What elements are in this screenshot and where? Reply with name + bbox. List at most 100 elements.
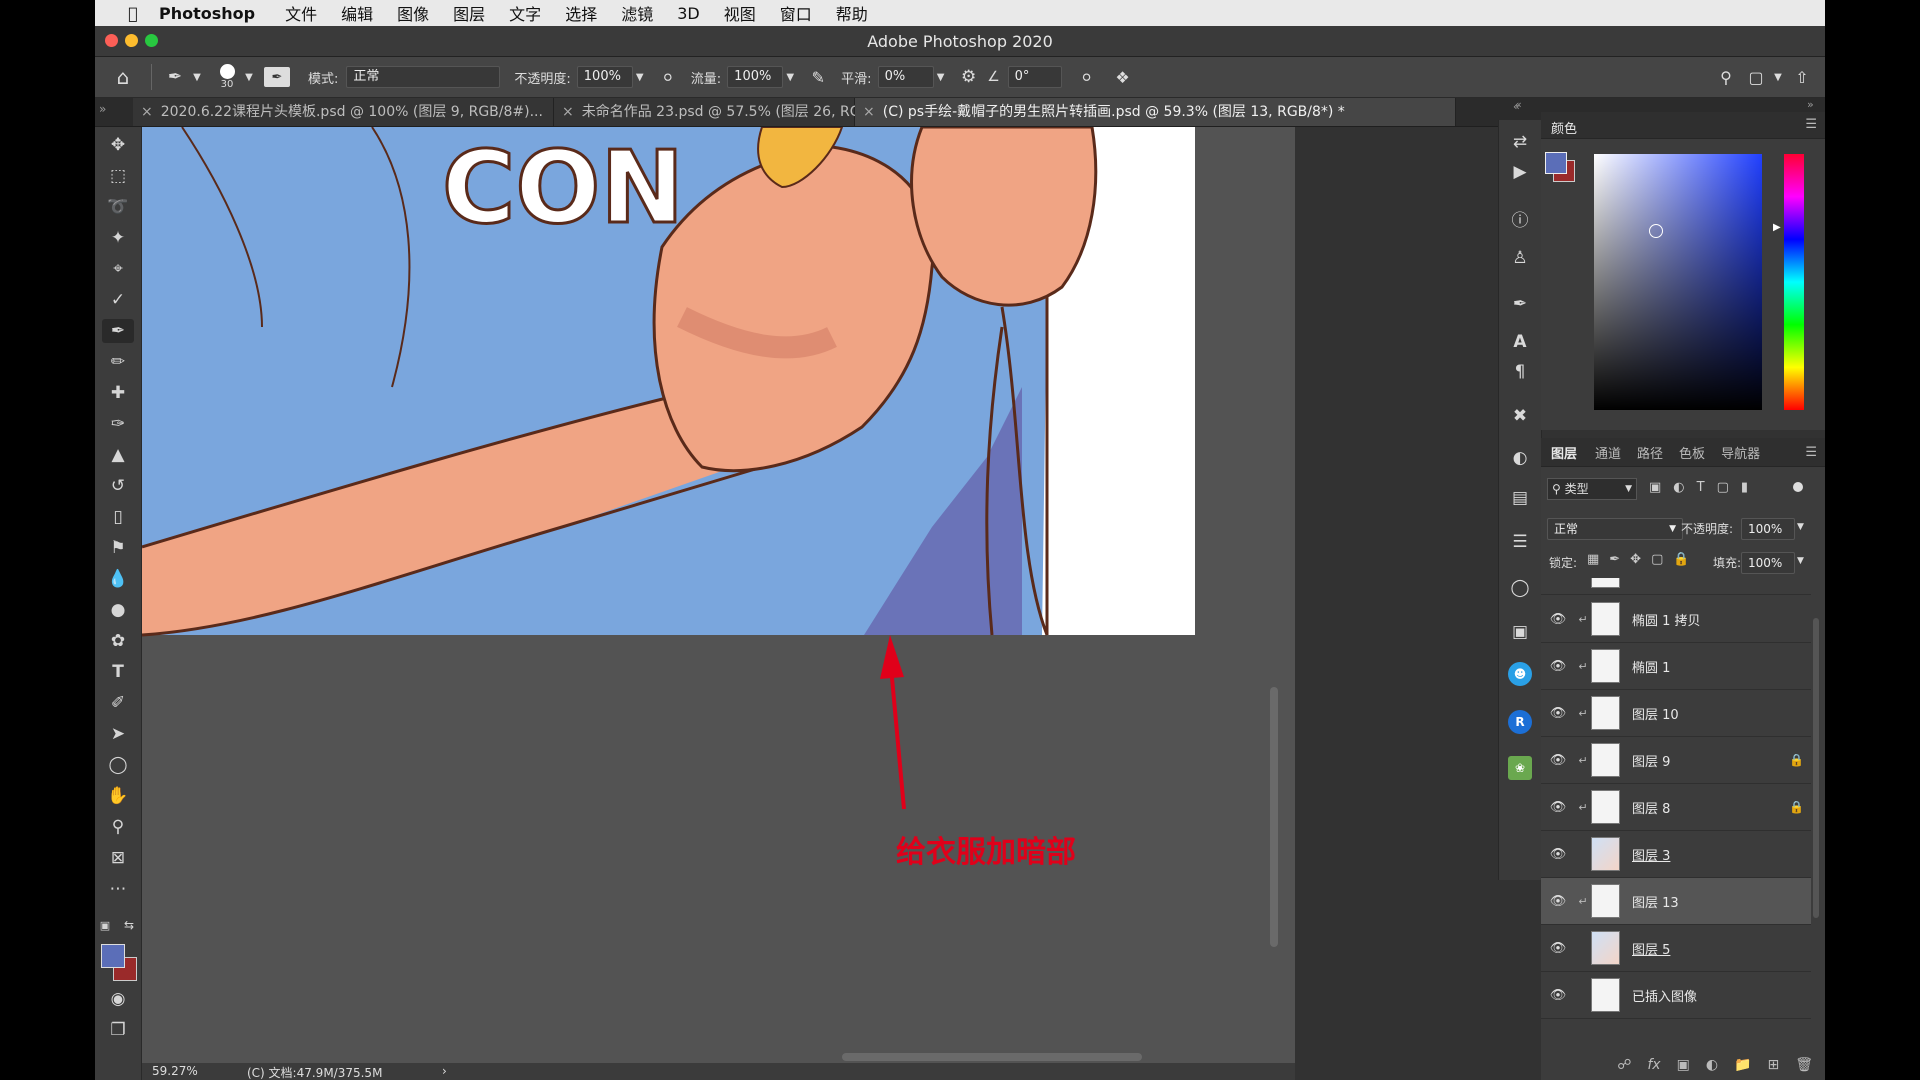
symmetry-icon[interactable]: ❖: [1108, 68, 1138, 87]
type-tool-icon[interactable]: T: [102, 660, 134, 684]
paint-bucket-tool-icon[interactable]: ⚑: [102, 536, 134, 560]
mode-select[interactable]: 正常: [346, 66, 501, 88]
new-layer-icon[interactable]: ⊞: [1767, 1057, 1779, 1073]
pencil-tool-icon[interactable]: ✏: [102, 350, 134, 374]
plugin-icon[interactable]: ❀: [1508, 756, 1532, 780]
eye-icon[interactable]: 👁: [1541, 659, 1575, 674]
default-colors-icon[interactable]: ▣: [97, 917, 113, 933]
layer-thumbnail[interactable]: [1591, 884, 1620, 918]
brush-preset-icon[interactable]: ✒: [160, 67, 190, 87]
chevron-down-icon[interactable]: ▼: [1797, 556, 1804, 566]
menu-layer[interactable]: 图层: [453, 1, 485, 25]
layer-row[interactable]: 👁 ↵ 图层 8 🔒: [1541, 784, 1811, 831]
layer-list-scrollbar[interactable]: [1813, 618, 1819, 918]
layer-row[interactable]: 👁 图层 3: [1541, 831, 1811, 878]
delete-layer-icon[interactable]: 🗑: [1795, 1057, 1813, 1073]
history-icon[interactable]: ⇄: [1508, 130, 1532, 154]
layer-filter-icons[interactable]: ▣◐T▢▮: [1649, 480, 1760, 495]
layer-name[interactable]: 图层 9: [1632, 751, 1789, 770]
layer-row[interactable]: 👁 ↵ 图层 10: [1541, 690, 1811, 737]
plugin-icon[interactable]: R: [1508, 710, 1532, 734]
chevron-down-icon[interactable]: ▼: [190, 72, 204, 83]
layer-thumbnail[interactable]: [1591, 696, 1620, 730]
tab-document-active[interactable]: × (C) ps手绘-戴帽子的男生照片转插画.psd @ 59.3% (图层 13…: [855, 98, 1456, 126]
search-icon[interactable]: ⚲: [1711, 68, 1741, 87]
crop-tool-icon[interactable]: ⌖: [102, 257, 134, 281]
tab-document-2[interactable]: × 未命名作品 23.psd @ 57.5% (图层 26, RGB/8*)...: [554, 98, 910, 126]
smoothing-input[interactable]: 0%: [877, 66, 934, 88]
chevron-down-icon[interactable]: ▼: [1771, 72, 1785, 83]
clone-source-icon[interactable]: ♙: [1508, 246, 1532, 270]
eye-icon[interactable]: 👁: [1541, 988, 1575, 1003]
color-field[interactable]: [1594, 154, 1762, 410]
tab-channels[interactable]: 通道: [1587, 443, 1629, 462]
menu-type[interactable]: 文字: [509, 1, 541, 25]
path-selection-tool-icon[interactable]: ➤: [102, 722, 134, 746]
eye-icon[interactable]: 👁: [1541, 753, 1575, 768]
menu-window[interactable]: 窗口: [780, 1, 812, 25]
home-icon[interactable]: ⌂: [103, 65, 143, 89]
vertical-scrollbar[interactable]: [1270, 687, 1278, 947]
menu-help[interactable]: 帮助: [836, 1, 868, 25]
airbrush-icon[interactable]: ✎: [803, 68, 833, 87]
status-menu-arrow[interactable]: ›: [442, 1064, 447, 1078]
color-panel-title[interactable]: 颜色: [1541, 112, 1587, 143]
menu-3d[interactable]: 3D: [677, 4, 700, 23]
layer-name[interactable]: 图层 10: [1632, 704, 1789, 723]
menu-view[interactable]: 视图: [724, 1, 756, 25]
foreground-color-swatch[interactable]: [1545, 152, 1567, 174]
paragraph-icon[interactable]: ¶: [1508, 360, 1532, 384]
pen-tool-icon[interactable]: ✐: [102, 691, 134, 715]
angle-input[interactable]: 0°: [1007, 66, 1062, 88]
close-tab-icon[interactable]: ×: [141, 104, 153, 120]
eye-icon[interactable]: 👁: [1541, 612, 1575, 627]
layer-name[interactable]: 图层 8: [1632, 798, 1789, 817]
layer-thumbnail[interactable]: [1591, 790, 1620, 824]
eye-icon[interactable]: 👁: [1541, 706, 1575, 721]
fill-input[interactable]: 100%: [1741, 552, 1795, 574]
link-layers-icon[interactable]: ☍: [1617, 1057, 1631, 1073]
tab-navigator[interactable]: 导航器: [1713, 443, 1768, 462]
layer-row[interactable]: 👁 已插入图像: [1541, 972, 1811, 1019]
menu-filter[interactable]: 滤镜: [621, 1, 653, 25]
blur-tool-icon[interactable]: 💧: [102, 567, 134, 591]
layer-opacity-input[interactable]: 100%: [1741, 518, 1795, 540]
layer-thumbnail[interactable]: [1591, 978, 1620, 1012]
layer-name[interactable]: 已插入图像: [1632, 986, 1789, 1005]
layers-stack-icon[interactable]: ☰: [1508, 530, 1532, 554]
history-brush-tool-icon[interactable]: ↺: [102, 474, 134, 498]
eye-icon[interactable]: 👁: [1541, 800, 1575, 815]
actions-icon[interactable]: ▶: [1508, 160, 1532, 184]
layer-row[interactable]: 👁 ↵ 椭圆 1: [1541, 643, 1811, 690]
zoom-tool-icon[interactable]: ⚲: [102, 815, 134, 839]
filter-toggle-icon[interactable]: [1793, 482, 1803, 492]
apple-icon[interactable]: : [113, 4, 153, 23]
hue-slider[interactable]: [1784, 154, 1804, 410]
brush-settings-panel-icon[interactable]: ✒: [1508, 292, 1532, 316]
chevron-down-icon[interactable]: ▼: [934, 72, 948, 83]
layer-name[interactable]: 椭圆 1: [1632, 657, 1789, 676]
menu-file[interactable]: 文件: [285, 1, 317, 25]
collapse-panels-icon[interactable]: «: [1515, 98, 1522, 111]
panel-menu-icon[interactable]: ☰: [1797, 445, 1825, 460]
tab-paths[interactable]: 路径: [1629, 443, 1671, 462]
document-canvas[interactable]: CON: [142, 127, 1295, 1063]
lock-options-icons[interactable]: ▦✒✥▢🔒: [1587, 552, 1700, 567]
layer-row-partial[interactable]: 👁↵: [1541, 578, 1811, 595]
layer-thumbnail[interactable]: [1591, 649, 1620, 683]
libraries-icon[interactable]: ▣: [1508, 620, 1532, 644]
chevron-down-icon[interactable]: ▼: [1797, 522, 1804, 532]
chevron-down-icon[interactable]: ▼: [633, 72, 647, 83]
close-tab-icon[interactable]: ×: [863, 104, 875, 120]
layer-thumbnail[interactable]: [1591, 931, 1620, 965]
info-icon[interactable]: ⓘ: [1508, 206, 1532, 231]
flow-input[interactable]: 100%: [727, 66, 784, 88]
layer-thumbnail[interactable]: [1591, 743, 1620, 777]
pressure-opacity-icon[interactable]: ⚪: [653, 68, 683, 87]
eye-icon[interactable]: 👁: [1541, 578, 1575, 579]
adjustments-icon[interactable]: ◐: [1508, 446, 1532, 470]
lasso-tool-icon[interactable]: ➰: [102, 195, 134, 219]
app-menu[interactable]: Photoshop: [159, 4, 255, 23]
add-mask-icon[interactable]: ▣: [1677, 1057, 1690, 1073]
opacity-input[interactable]: 100%: [576, 66, 633, 88]
